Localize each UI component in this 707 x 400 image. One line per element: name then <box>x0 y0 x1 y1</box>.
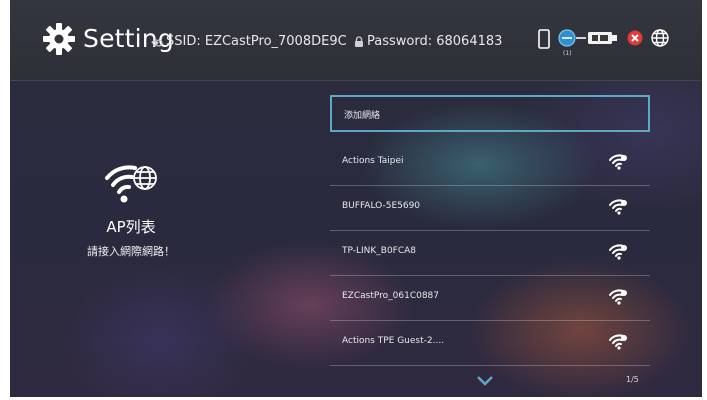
lock-icon <box>355 36 363 47</box>
chevron-down-icon[interactable] <box>475 374 495 388</box>
wifi-signal-icon <box>608 242 628 260</box>
ssid-text: SSID: EZCastPro_7008DE9C <box>166 34 347 49</box>
close-icon[interactable] <box>627 30 643 46</box>
network-name: Actions Taipei <box>342 156 404 166</box>
wifi-globe-icon <box>105 165 157 203</box>
network-name: TP-LINK_B0FCA8 <box>342 246 417 256</box>
usb-dongle-icon <box>588 32 617 44</box>
phone-icon <box>538 29 550 49</box>
network-item[interactable]: Actions Taipei <box>330 140 650 186</box>
network-name: Actions TPE Guest-2.... <box>342 336 445 346</box>
link-icon <box>151 38 163 47</box>
wifi-signal-icon <box>608 197 628 215</box>
wifi-signal-icon <box>608 287 628 305</box>
globe-icon[interactable] <box>650 28 670 48</box>
wifi-signal-icon <box>608 152 628 170</box>
status-badge: (1) <box>563 50 572 57</box>
wifi-signal-icon <box>608 332 628 350</box>
network-item[interactable]: Actions TPE Guest-2.... <box>330 320 650 366</box>
network-name: EZCastPro_061C0887 <box>342 291 440 301</box>
ap-list-subtitle: 請接入網際網路！ <box>87 245 175 258</box>
screen: Setting SSID: EZCastPro_7008DE9C Passwor… <box>10 0 702 397</box>
network-item[interactable]: TP-LINK_B0FCA8 <box>330 230 650 276</box>
network-item[interactable]: EZCastPro_061C0887 <box>330 275 650 321</box>
add-network-label: 添加網絡 <box>344 111 381 121</box>
connector-line <box>576 37 586 39</box>
network-item[interactable]: BUFFALO-5E5690 <box>330 185 650 231</box>
network-name: BUFFALO-5E5690 <box>342 201 421 211</box>
top-bar: Setting SSID: EZCastPro_7008DE9C Passwor… <box>10 0 702 81</box>
gear-icon <box>43 23 75 55</box>
password-text: Password: 68064183 <box>367 34 503 49</box>
network-status-icon[interactable] <box>557 28 577 48</box>
page-indicator: 1/5 <box>626 375 639 384</box>
ap-list-title: AP列表 <box>106 218 156 236</box>
add-network-item[interactable]: 添加網絡 <box>330 95 650 132</box>
ap-list-panel: AP列表 請接入網際網路！ <box>56 158 206 259</box>
network-list: 添加網絡 Actions Taipei BUFFALO-5E5690 TP-LINK… <box>330 95 650 366</box>
